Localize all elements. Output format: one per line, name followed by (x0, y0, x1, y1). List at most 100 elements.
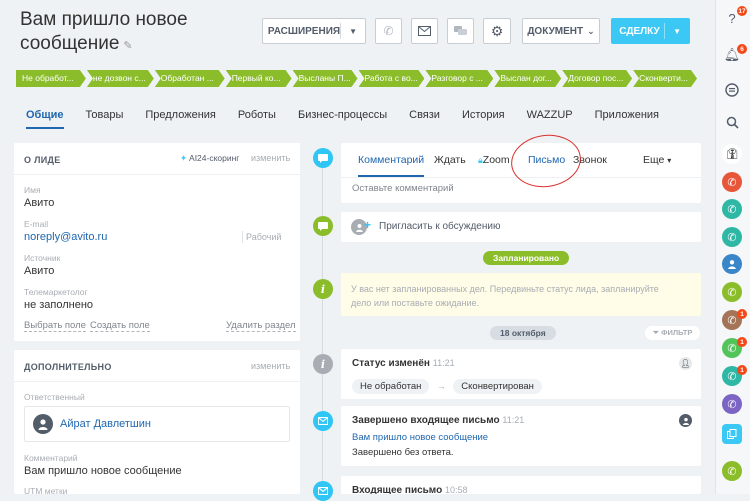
chevron-down-icon: ▾ (667, 156, 672, 165)
tab-robots[interactable]: Роботы (238, 109, 276, 129)
avatar[interactable] (679, 414, 692, 427)
document-button[interactable]: ДОКУМЕНТ ⌄ (522, 18, 600, 44)
divider (242, 231, 243, 243)
choose-field-link[interactable]: Выбрать поле (24, 320, 86, 332)
stage-bar: Не обработ... не дозвон с... Обработан .… (16, 70, 698, 87)
date-pill: 18 октября (490, 326, 556, 340)
tab-wait[interactable]: Ждать (434, 154, 466, 166)
avatar (33, 414, 53, 434)
right-sidebar (715, 0, 750, 494)
planned-pill: Запланировано (483, 251, 570, 265)
stage-item[interactable]: не дозвон с... (87, 70, 154, 87)
tab-history[interactable]: История (462, 109, 505, 129)
funnel-icon: ⏷ (653, 328, 659, 337)
phone-red-icon[interactable]: ✆ (722, 172, 742, 192)
messages-icon[interactable] (722, 80, 742, 100)
stage-item[interactable]: Не обработ... (16, 70, 86, 87)
create-field-link[interactable]: Создать поле (90, 320, 150, 332)
tab-zoom[interactable]: 🔒︎Zoom (478, 154, 510, 166)
delete-section-link[interactable]: Удалить раздел (226, 320, 296, 332)
avatar[interactable]: 👤︎ (679, 357, 692, 370)
phone-teal-icon[interactable]: ✆ (722, 199, 742, 219)
envelope-icon (418, 26, 431, 36)
pencil-icon[interactable]: ✎ (123, 40, 132, 52)
sparkle-icon: ✦ (180, 153, 188, 163)
tab-products[interactable]: Товары (86, 109, 124, 129)
no-plans-box: У вас нет запланированных дел. Передвинь… (341, 273, 701, 316)
tab-comment[interactable]: Комментарий (358, 154, 425, 177)
phone-purple-icon[interactable]: ✆ (722, 394, 742, 414)
info-icon: i (313, 354, 333, 374)
phone-teal-icon[interactable]: ✆ (722, 227, 742, 247)
stage-item[interactable]: Договор пос... (562, 70, 632, 87)
additional-edit-link[interactable]: изменить (251, 361, 290, 371)
arrow-right-icon: → (436, 381, 446, 391)
tab-apps[interactable]: Приложения (595, 109, 659, 129)
copy-icon[interactable] (722, 424, 742, 444)
email-subject-link[interactable]: Вам пришло новое сообщение (352, 432, 488, 443)
email-completed-item: Завершено входящее письмо 11:21 Вам приш… (341, 406, 701, 466)
phone-button[interactable]: ✆ (375, 18, 402, 44)
comment-input[interactable]: Оставьте комментарий (352, 183, 454, 194)
phone-green-icon[interactable]: ✆ (722, 282, 742, 302)
filter-button[interactable]: ⏷ ФИЛЬТР (645, 326, 701, 340)
source-value[interactable]: Авито (24, 265, 54, 277)
stage-item[interactable]: Первый ко... (226, 70, 292, 87)
tab-links[interactable]: Связи (409, 109, 440, 129)
chat-icon (313, 216, 333, 236)
phone-green-icon[interactable]: ✆ (722, 461, 742, 481)
scoring-link[interactable]: ✦ AI24-скоринг (180, 153, 239, 164)
stage-item[interactable]: Обработан ... (155, 70, 225, 87)
search-icon[interactable] (722, 112, 742, 132)
chat-button[interactable] (447, 18, 474, 44)
phone-icon: ✆ (383, 24, 394, 38)
timeline-line (322, 150, 323, 494)
incoming-email-item: Входящее письмо 10:58 (341, 476, 701, 494)
user-icon (38, 419, 48, 430)
stage-item[interactable]: Выслан дог... (494, 70, 561, 87)
tab-business-processes[interactable]: Бизнес-процессы (298, 109, 387, 129)
tab-wazzup[interactable]: WAZZUP (527, 109, 573, 129)
responsible-box[interactable]: Айрат Давлетшин (24, 406, 290, 442)
chevron-down-icon: ▼ (349, 27, 357, 36)
name-value[interactable]: Авито (24, 197, 54, 209)
chevron-down-icon: ▼ (673, 27, 681, 36)
email-type: Рабочий (246, 232, 282, 242)
status-to: Сконвертирован (453, 379, 542, 394)
marketer-value[interactable]: не заполнено (24, 299, 93, 311)
invite-box[interactable]: + Пригласить к обсуждению (341, 212, 701, 242)
extensions-button[interactable]: РАСШИРЕНИЯ ▼ (262, 18, 366, 44)
user-blue-icon[interactable] (722, 254, 742, 274)
info-icon: i (313, 279, 333, 299)
user-icon (682, 417, 689, 425)
status-change-item: Статус изменён 11:21 👤︎ Не обработан → С… (341, 349, 701, 399)
stage-item[interactable]: Высланы П... (293, 70, 358, 87)
responsible-link[interactable]: Айрат Давлетшин (60, 418, 151, 430)
envelope-icon (313, 411, 333, 431)
about-lead-card: О ЛИДЕ ✦ AI24-скоринг изменить Имя Авито… (14, 143, 300, 341)
status-from: Не обработан (352, 379, 430, 394)
comment-value[interactable]: Вам пришло новое сообщение (24, 465, 182, 477)
plus-icon: + (364, 218, 372, 232)
divider (14, 174, 300, 175)
gear-icon: ⚙ (490, 22, 504, 39)
about-edit-link[interactable]: изменить (251, 153, 290, 163)
tab-offers[interactable]: Предложения (145, 109, 216, 129)
divider (14, 381, 300, 382)
chat-bubbles-icon (454, 25, 467, 35)
stage-item[interactable]: Работа с во... (359, 70, 425, 87)
stage-item[interactable]: Разговор с ... (425, 70, 493, 87)
tab-general[interactable]: Общие (26, 109, 64, 129)
page-title: Вам пришло новое сообщение ✎ (20, 9, 188, 54)
deal-button[interactable]: СДЕЛКУ ▼ (611, 18, 690, 44)
main-tabs: Общие Товары Предложения Роботы Бизнес-п… (26, 109, 681, 129)
email-link[interactable]: noreply@avito.ru (24, 231, 107, 243)
settings-button[interactable]: ⚙ (483, 18, 511, 44)
tie-avatar-icon[interactable]: 👔︎ (722, 144, 742, 164)
tab-more[interactable]: Еще ▾ (643, 154, 671, 166)
user-photo-icon: 👤︎ (680, 359, 691, 368)
stage-item[interactable]: Сконверти... (633, 70, 697, 87)
mail-button[interactable] (411, 18, 438, 44)
additional-card: ДОПОЛНИТЕЛЬНО изменить Ответственный Айр… (14, 350, 300, 494)
envelope-icon (313, 481, 333, 501)
